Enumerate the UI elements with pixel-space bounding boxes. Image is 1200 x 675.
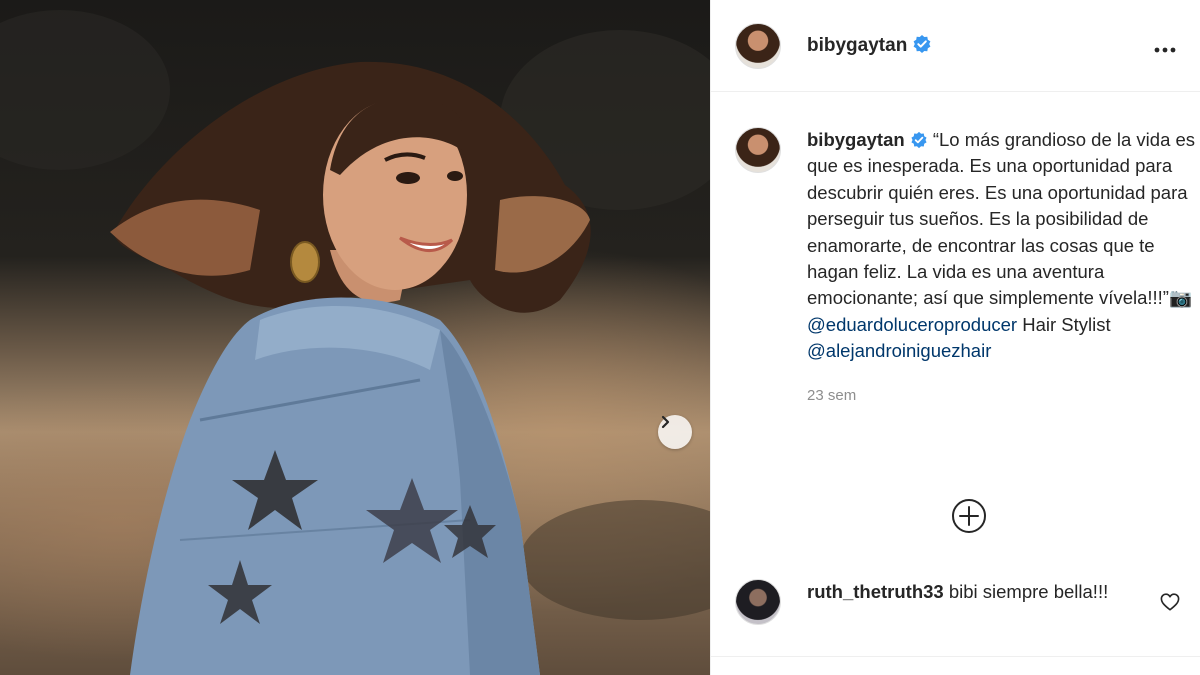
mention-link-eduardo[interactable]: @eduardoluceroproducer [807,314,1017,335]
comment-text: bibi siempre bella!!! [944,581,1109,602]
author-avatar[interactable] [735,23,781,69]
caption-body: bibygaytan “Lo más grandioso de la vida … [807,127,1197,409]
caption-hair-stylist-text: Hair Stylist [1017,314,1111,335]
post-timestamp[interactable]: 23 sem [807,383,1197,409]
load-more-comments-button[interactable] [951,498,987,534]
caption-avatar[interactable] [735,127,781,173]
next-photo-button[interactable] [658,415,692,449]
caption-username[interactable]: bibygaytan [807,129,905,150]
caption-text: “Lo más grandioso de la vida es que es i… [807,129,1195,308]
verified-badge-icon [912,34,932,54]
post-header: bibygaytan [711,0,1200,92]
mention-link-alejandro[interactable]: @alejandroiniguezhair [807,340,991,361]
post-caption: bibygaytan “Lo más grandioso de la vida … [735,127,1197,409]
comment-item: ruth_thetruth33 bibi siempre bella!!! [735,579,1180,625]
more-horizontal-icon [1154,47,1176,53]
commenter-avatar[interactable] [735,579,781,625]
commenter-username[interactable]: ruth_thetruth33 [807,581,944,602]
section-divider [711,656,1200,657]
plus-circle-icon [951,498,987,534]
post-details-panel: bibygaytan bibygaytan “Lo más grandioso … [710,0,1200,675]
author-username[interactable]: bibygaytan [807,34,932,57]
author-username-text[interactable]: bibygaytan [807,35,907,56]
chevron-right-icon [658,415,672,429]
portrait-illustration [0,0,710,675]
more-options-button[interactable] [1154,33,1176,59]
comment-body: ruth_thetruth33 bibi siempre bella!!! [807,579,1127,625]
verified-badge-icon [910,131,928,149]
like-comment-button[interactable] [1160,593,1180,625]
post-photo[interactable] [0,0,710,675]
heart-icon [1160,593,1180,611]
